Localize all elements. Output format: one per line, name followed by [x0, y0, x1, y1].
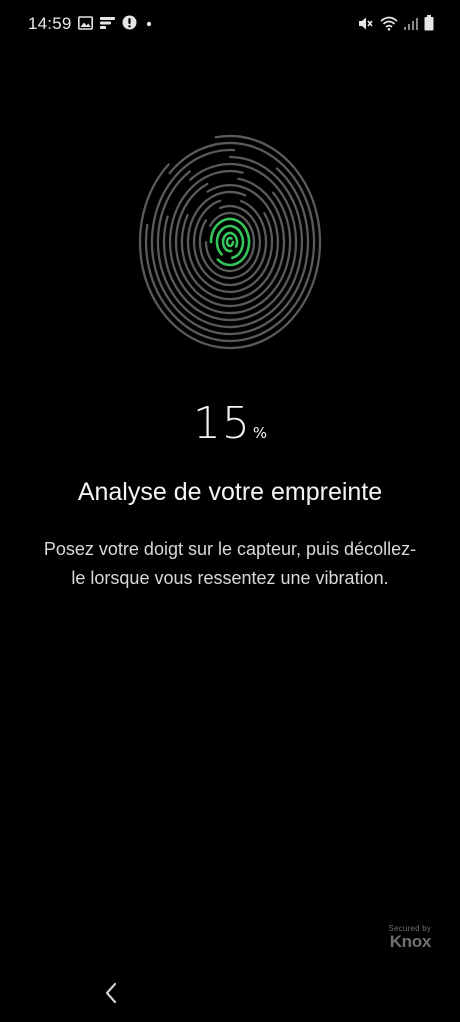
progress-unit: % — [252, 424, 268, 442]
status-time: 14:59 — [28, 14, 72, 33]
battery-icon — [424, 15, 434, 31]
knox-logo: Knox — [389, 932, 432, 951]
gallery-icon — [78, 15, 93, 30]
mute-icon — [358, 16, 374, 31]
alert-circle-icon — [122, 15, 137, 30]
status-left-icons — [78, 15, 154, 30]
wifi-icon — [380, 16, 398, 31]
fingerprint-illustration — [130, 130, 330, 370]
instruction-text: Posez votre doigt sur le capteur, puis d… — [43, 539, 417, 588]
back-button[interactable] — [96, 980, 126, 1010]
signal-icon — [404, 16, 418, 31]
fingerprint-icon — [138, 134, 322, 350]
progress-value: 15 — [192, 398, 251, 449]
status-right-icons — [358, 15, 434, 31]
chevron-left-icon — [104, 982, 118, 1009]
knox-badge: Secured by Knox — [389, 924, 432, 951]
scan-progress: 15% — [0, 398, 460, 449]
page-title: Analyse de votre empreinte — [77, 478, 383, 506]
notification-lines-icon — [100, 16, 115, 30]
dot-icon — [144, 16, 154, 30]
status-bar: 14:59 — [0, 0, 460, 50]
